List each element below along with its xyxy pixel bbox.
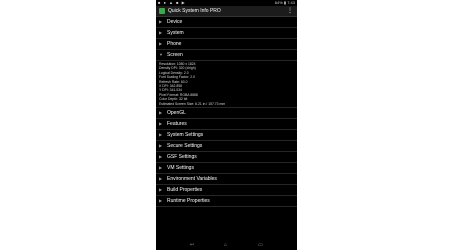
section-label: Build Properties	[167, 187, 203, 194]
notification-icons: ■ ● ▲ ■ ▶	[158, 0, 186, 5]
section-phone[interactable]: ▶ Phone	[156, 39, 297, 50]
section-environment-variables[interactable]: ▶ Environment Variables	[156, 174, 297, 186]
section-label: Device	[167, 19, 183, 25]
screen-details: Resolution: 1080 x 1824 Density DPI: 320…	[156, 61, 297, 109]
back-icon[interactable]: ↩	[190, 241, 194, 250]
chevron-right-icon: ▶	[159, 132, 163, 138]
section-label: System	[167, 30, 184, 36]
app-title: Quick System Info PRO	[168, 8, 221, 14]
section-label: Screen	[167, 52, 183, 58]
home-icon[interactable]: ⌂	[224, 241, 227, 250]
section-vm-settings[interactable]: ▶ VM Settings	[156, 163, 297, 175]
section-label: Phone	[167, 41, 182, 47]
detail-line: Estimated Screen Size: 6.21 in / 157.73 …	[159, 101, 226, 106]
section-screen[interactable]: ▼ Screen	[156, 50, 297, 61]
chevron-right-icon: ▶	[159, 110, 163, 116]
overflow-menu-icon[interactable]: ⋮	[287, 7, 293, 15]
chevron-down-icon: ▼	[159, 52, 163, 57]
battery-clock: 64% ▮ 7:43	[274, 0, 295, 5]
navigation-bar: ↩ ⌂ ▭	[156, 241, 297, 250]
recent-apps-icon[interactable]: ▭	[258, 241, 263, 250]
android-icon	[159, 8, 165, 14]
section-label: Features	[167, 121, 187, 128]
chevron-right-icon: ▶	[159, 41, 163, 46]
section-features[interactable]: ▶ Features	[156, 119, 297, 131]
phone-screen: ■ ● ▲ ■ ▶ 64% ▮ 7:43 Quick System Info P…	[156, 0, 297, 250]
section-runtime-properties[interactable]: ▶ Runtime Properties	[156, 196, 297, 208]
status-bar: ■ ● ▲ ■ ▶ 64% ▮ 7:43	[156, 0, 297, 5]
section-device[interactable]: ▶ Device	[156, 17, 297, 28]
chevron-right-icon: ▶	[159, 198, 163, 204]
section-label: OpenGL	[167, 110, 186, 117]
chevron-right-icon: ▶	[159, 154, 163, 160]
chevron-right-icon: ▶	[159, 19, 163, 24]
chevron-right-icon: ▶	[159, 187, 163, 193]
section-label: Environment Variables	[167, 176, 217, 183]
section-label: Runtime Properties	[167, 198, 210, 205]
chevron-right-icon: ▶	[159, 143, 163, 149]
section-gsf-settings[interactable]: ▶ GSF Settings	[156, 152, 297, 164]
chevron-right-icon: ▶	[159, 121, 163, 127]
section-secure-settings[interactable]: ▶ Secure Settings	[156, 141, 297, 153]
section-system[interactable]: ▶ System	[156, 28, 297, 39]
section-system-settings[interactable]: ▶ System Settings	[156, 130, 297, 142]
section-label: System Settings	[167, 132, 204, 139]
section-opengl[interactable]: ▶ OpenGL	[156, 108, 297, 120]
chevron-right-icon: ▶	[159, 30, 163, 35]
chevron-right-icon: ▶	[159, 176, 163, 182]
action-bar: Quick System Info PRO ⋮	[156, 6, 297, 17]
section-label: GSF Settings	[167, 154, 197, 161]
section-label: Secure Settings	[167, 143, 203, 150]
chevron-right-icon: ▶	[159, 165, 163, 171]
info-section-list: ▶ Device ▶ System ▶ Phone ▼ Screen Resol…	[156, 17, 297, 208]
section-label: VM Settings	[167, 165, 194, 172]
section-build-properties[interactable]: ▶ Build Properties	[156, 185, 297, 197]
